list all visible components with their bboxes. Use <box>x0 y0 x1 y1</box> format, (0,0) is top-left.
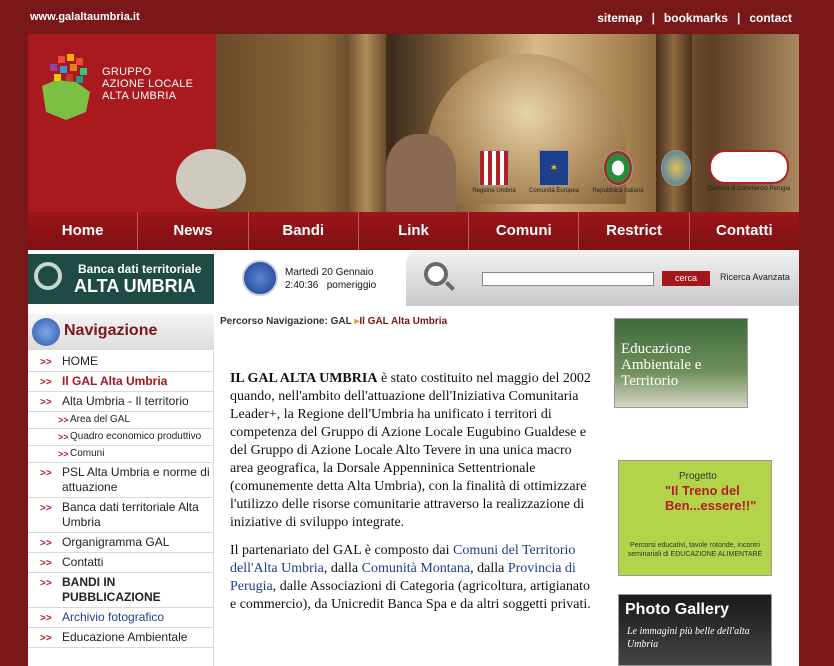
sidebar-item-gal[interactable]: >> Il GAL Alta Umbria <box>28 372 214 392</box>
nav-restrict[interactable]: Restrict <box>579 212 690 250</box>
bookmarks-link[interactable]: bookmarks <box>664 11 728 25</box>
main-content: Percorso Navigazione: GAL ▸Il GAL Alta U… <box>214 314 608 666</box>
double-chevron-icon: >> <box>40 503 52 514</box>
article-paragraph: Il partenariato del GAL è composto dai C… <box>230 543 591 612</box>
sidebar-item-educazione[interactable]: >> Educazione Ambientale <box>28 628 214 648</box>
contact-link[interactable]: contact <box>749 11 792 25</box>
double-chevron-icon: >> <box>40 578 52 589</box>
sidebar-item-psl[interactable]: >> PSL Alta Umbria e norme di attuazione <box>28 463 214 498</box>
gal-logo-icon <box>42 54 90 120</box>
sidebar-item-banca-dati[interactable]: >> Banca dati territoriale Alta Umbria <box>28 498 214 533</box>
camera-commercio-logo[interactable]: Camera di Commercio Perugia <box>706 150 792 192</box>
search-area: cerca Ricerca Avanzata <box>406 250 799 306</box>
top-links: sitemap | bookmarks | contact <box>597 11 792 25</box>
nav-comuni[interactable]: Comuni <box>469 212 580 250</box>
double-chevron-icon: >> <box>40 357 52 368</box>
date-time: Martedì 20 Gennaio 2:40:36 pomeriggio <box>285 267 377 291</box>
double-chevron-icon: >> <box>58 432 69 442</box>
sidebar-item-archivio[interactable]: >> Archivio fotografico <box>28 608 214 628</box>
sidebar-subitem-quadro[interactable]: >> Quadro economico produttivo <box>28 429 214 446</box>
educazione-ambientale-banner[interactable]: Educazione Ambientale e Territorio <box>614 318 748 408</box>
advanced-search-link[interactable]: Ricerca Avanzata <box>720 272 790 282</box>
comunita-montana-link[interactable]: Comunità Montana <box>362 561 471 576</box>
search-button[interactable]: cerca <box>662 271 710 286</box>
article-body: IL GAL ALTA UMBRIA è stato costituito ne… <box>230 370 596 624</box>
sidebar-item-bandi[interactable]: >> BANDI IN PUBBLICAZIONE <box>28 573 214 608</box>
search-icon <box>424 262 448 286</box>
separator: | <box>651 11 655 25</box>
comunita-europea-logo[interactable]: ✶ Comunità Europea <box>528 150 580 194</box>
sponsor-logos: Regione Umbria ✶ Comunità Europea Repubbl… <box>466 150 796 204</box>
page-frame: GRUPPO AZIONE LOCALE ALTA UMBRIA Regione U… <box>28 34 799 666</box>
logo-text: GRUPPO AZIONE LOCALE ALTA UMBRIA <box>102 66 194 102</box>
double-chevron-icon: >> <box>40 538 52 549</box>
sidebar-item-home[interactable]: >> HOME <box>28 352 214 372</box>
provincia-logo[interactable] <box>656 150 696 188</box>
double-chevron-icon: >> <box>40 558 52 569</box>
breadcrumb-current: Il GAL Alta Umbria <box>359 316 448 327</box>
nav-news[interactable]: News <box>138 212 249 250</box>
nav-contatti[interactable]: Contatti <box>690 212 799 250</box>
banca-dati-banner[interactable]: Banca dati territoriale ALTA UMBRIA <box>28 254 214 304</box>
breadcrumb-root[interactable]: GAL <box>331 316 352 327</box>
sidebar-item-contatti[interactable]: >> Contatti <box>28 553 214 573</box>
double-chevron-icon: >> <box>40 633 52 644</box>
breadcrumb: Percorso Navigazione: GAL ▸Il GAL Alta U… <box>220 316 448 327</box>
repubblica-italiana-logo[interactable]: Repubblica Italiana <box>590 150 646 194</box>
magnifier-icon <box>34 262 62 290</box>
site-url[interactable]: www.galaltaumbria.it <box>30 11 140 23</box>
sidebar-menu: >> HOME >> Il GAL Alta Umbria >> Alta Umbri… <box>28 352 214 648</box>
double-chevron-icon: >> <box>40 468 52 479</box>
sidebar-title: Navigazione <box>64 322 158 339</box>
right-column: Educazione Ambientale e Territorio Proge… <box>608 314 799 666</box>
top-bar: www.galaltaumbria.it sitemap | bookmarks | c… <box>0 0 834 34</box>
nav-bandi[interactable]: Bandi <box>249 212 359 250</box>
sidebar-header: Navigazione <box>28 314 214 350</box>
search-input[interactable] <box>482 272 654 286</box>
double-chevron-icon: >> <box>58 415 69 425</box>
sidebar-subitem-comuni[interactable]: >> Comuni <box>28 446 214 463</box>
header: GRUPPO AZIONE LOCALE ALTA UMBRIA Regione U… <box>28 34 799 212</box>
separator: | <box>736 11 741 25</box>
main-nav: Home News Bandi Link Comuni Restrict Con… <box>28 212 799 250</box>
globe-icon <box>32 318 60 346</box>
nav-home[interactable]: Home <box>28 212 139 250</box>
sidebar-item-organigramma[interactable]: >> Organigramma GAL <box>28 533 214 553</box>
header-photo: Regione Umbria ✶ Comunità Europea Repubbl… <box>176 34 799 212</box>
double-chevron-icon: >> <box>40 397 52 408</box>
regione-umbria-logo[interactable]: Regione Umbria <box>468 150 520 194</box>
sidebar-item-territorio[interactable]: >> Alta Umbria - Il territorio <box>28 392 214 412</box>
photo-gallery-banner[interactable]: Photo Gallery Le immagini più belle dell… <box>618 594 772 666</box>
sidebar-subitem-area[interactable]: >> Area del GAL <box>28 412 214 429</box>
article-paragraph: IL GAL ALTA UMBRIA è stato costituito ne… <box>230 371 591 530</box>
nav-link[interactable]: Link <box>359 212 470 250</box>
double-chevron-icon: >> <box>40 377 52 388</box>
info-strip: Banca dati territoriale ALTA UMBRIA Mart… <box>28 250 799 306</box>
double-chevron-icon: >> <box>58 449 69 459</box>
sidebar: Navigazione >> HOME >> Il GAL Alta Umbria … <box>28 314 214 666</box>
clock-icon <box>242 260 278 296</box>
sitemap-link[interactable]: sitemap <box>597 11 642 25</box>
double-chevron-icon: >> <box>40 613 52 624</box>
treno-benessere-banner[interactable]: Progetto "Il Treno del Ben...essere!!" P… <box>618 460 772 576</box>
